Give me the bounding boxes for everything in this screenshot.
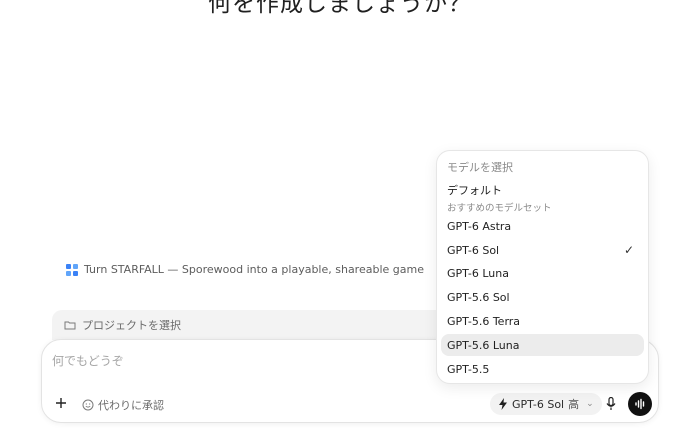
folder-icon: [64, 321, 76, 330]
chevron-down-icon: ⌄: [586, 399, 594, 409]
model-menu-default[interactable]: デフォルト おすすめのモデルセット: [447, 182, 552, 214]
microphone-icon: [606, 397, 616, 410]
checkmark-icon: ✓: [623, 243, 634, 257]
plus-icon: [56, 398, 66, 408]
model-menu: モデルを選択 デフォルト おすすめのモデルセット GPT-6 Astra GPT…: [436, 150, 649, 384]
model-menu-header: モデルを選択: [447, 161, 513, 174]
model-option-label: GPT-5.6 Terra: [447, 314, 521, 328]
model-option-label: GPT-5.6 Sol: [447, 290, 510, 304]
model-option-label: GPT-6 Astra: [447, 219, 512, 233]
model-option[interactable]: GPT-5.6 Sol: [441, 286, 644, 308]
project-selector[interactable]: プロジェクトを選択: [52, 310, 472, 340]
app-grid-icon: [66, 263, 78, 276]
model-option[interactable]: GPT-5.5: [441, 358, 644, 380]
model-selector-button[interactable]: GPT-6 Sol 高 ⌄: [490, 393, 602, 415]
voice-mode-button[interactable]: [628, 392, 652, 416]
model-selector-level: 高: [568, 398, 580, 411]
model-selector-model: GPT-6 Sol: [512, 397, 565, 411]
model-option[interactable]: GPT-5.6 Terra: [441, 310, 644, 332]
suggestion-chip[interactable]: Turn STARFALL — Sporewood into a playabl…: [66, 263, 424, 276]
model-option-label: GPT-6 Sol: [447, 243, 500, 257]
suggestion-text: Turn STARFALL — Sporewood into a playabl…: [84, 263, 424, 276]
default-subtitle: おすすめのモデルセット: [447, 203, 552, 214]
model-option[interactable]: GPT-5.6 Luna: [441, 334, 644, 356]
page: 何を作成しましょうか？ Turn STARFALL — Sporewood in…: [0, 0, 680, 428]
lightning-icon: [499, 398, 507, 410]
prompt-input[interactable]: 何でもどうぞ: [52, 352, 124, 369]
project-selector-label: プロジェクトを選択: [82, 319, 181, 332]
approve-mode-label: 代わりに承認: [98, 399, 164, 412]
page-title: 何を作成しましょうか？: [208, 0, 472, 17]
default-title: デフォルト: [447, 184, 502, 197]
waveform-icon: [635, 398, 645, 410]
model-option[interactable]: GPT-6 Sol ✓: [441, 239, 644, 261]
model-option-label: GPT-6 Luna: [447, 266, 509, 280]
approve-mode-button[interactable]: 代わりに承認: [82, 397, 164, 413]
model-option[interactable]: GPT-6 Astra: [441, 215, 644, 237]
model-option[interactable]: GPT-6 Luna: [441, 262, 644, 284]
add-button[interactable]: [53, 395, 69, 411]
smile-icon: [82, 399, 94, 411]
mic-button[interactable]: [603, 396, 619, 412]
model-option-label: GPT-5.6 Luna: [447, 338, 520, 352]
model-option-label: GPT-5.5: [447, 362, 490, 376]
